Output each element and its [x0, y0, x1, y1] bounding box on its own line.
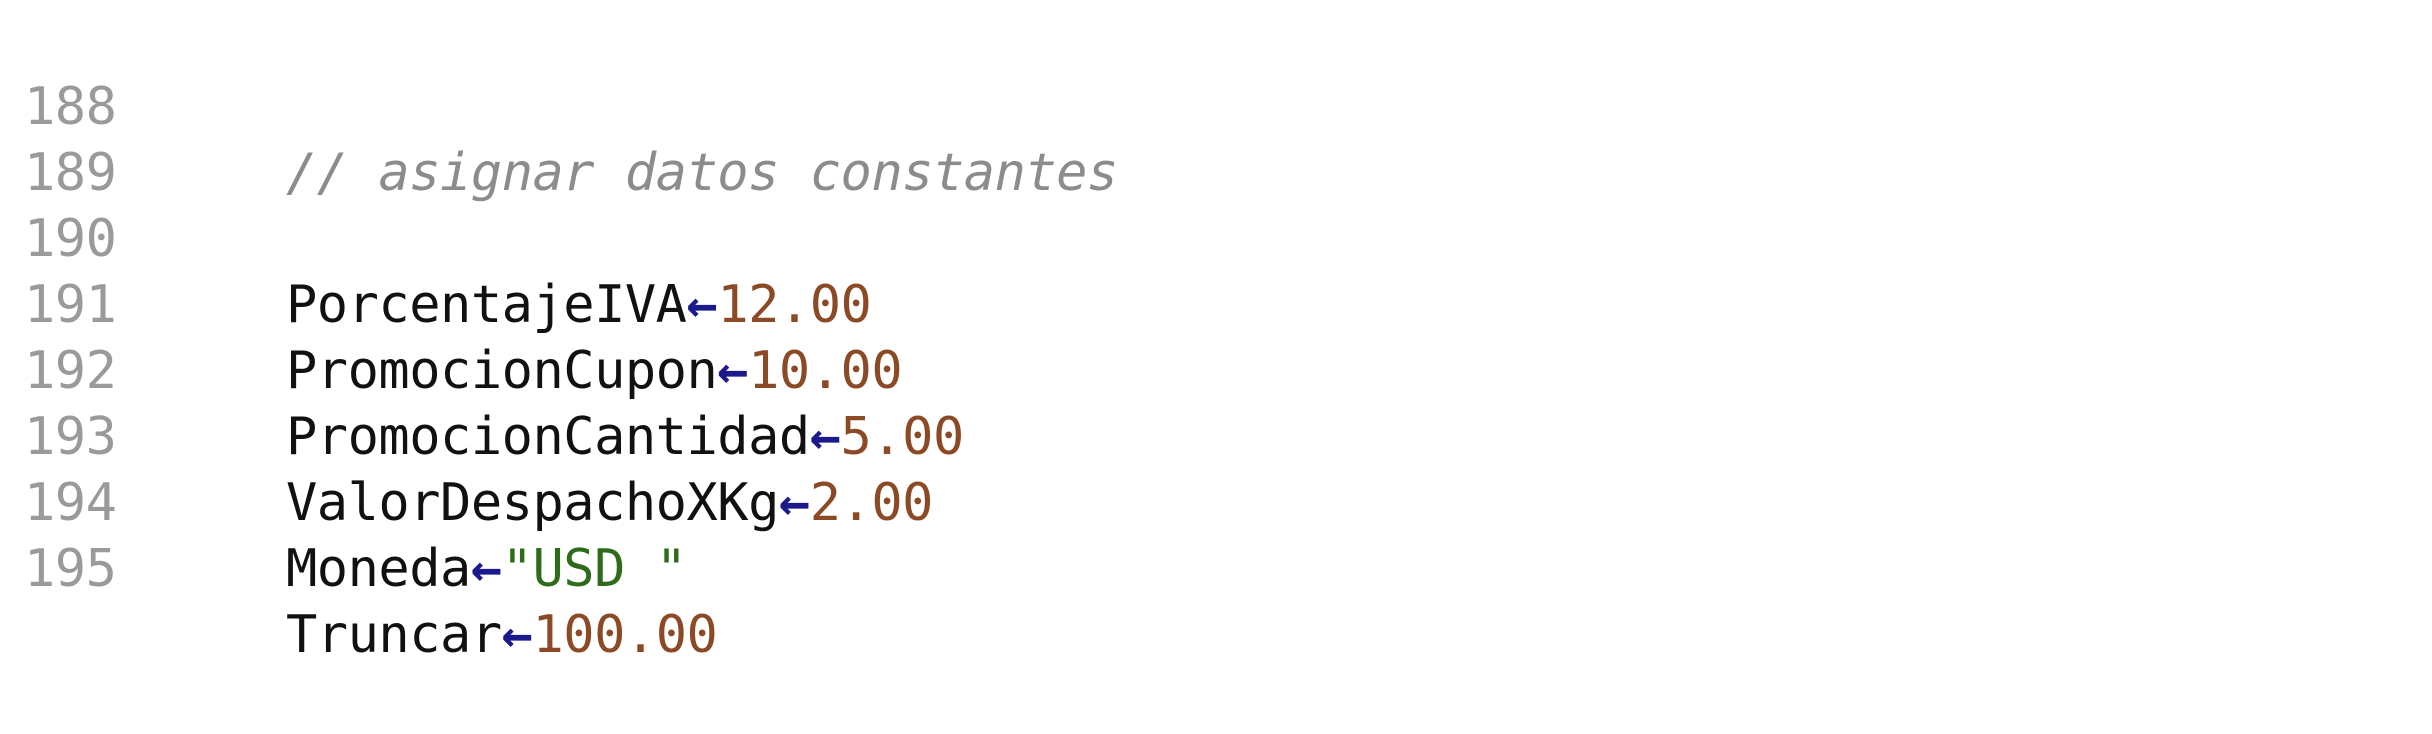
code-line[interactable]: 191 PromocionCupon←10.00: [0, 206, 2432, 401]
code-line[interactable]: 188 // asignar datos constantes: [0, 8, 2432, 203]
variable-name: Truncar: [286, 605, 502, 665]
code-line[interactable]: 192 PromocionCantidad←5.00: [0, 272, 2432, 467]
code-line[interactable]: 194 Moneda←"USD ": [0, 404, 2432, 599]
variable-name: Moneda: [286, 539, 471, 599]
code-line[interactable]: 190 PorcentajeIVA←12.00: [0, 140, 2432, 335]
code-line[interactable]: 193 ValorDespachoXKg←2.00: [0, 338, 2432, 533]
number-literal: 100.00: [532, 605, 718, 665]
code-line[interactable]: 189: [0, 74, 2432, 203]
line-content: Truncar←100.00: [286, 602, 718, 668]
code-line[interactable]: 195 Truncar←100.00: [0, 470, 2432, 665]
string-literal: "USD ": [501, 539, 687, 599]
assignment-arrow-icon: ←: [470, 539, 502, 599]
line-number: 195: [24, 539, 117, 599]
line-content: Moneda←"USD ": [286, 536, 687, 602]
assignment-arrow-icon: ←: [501, 605, 533, 665]
code-editor[interactable]: 188 // asignar datos constantes 189 190 …: [0, 0, 2432, 665]
